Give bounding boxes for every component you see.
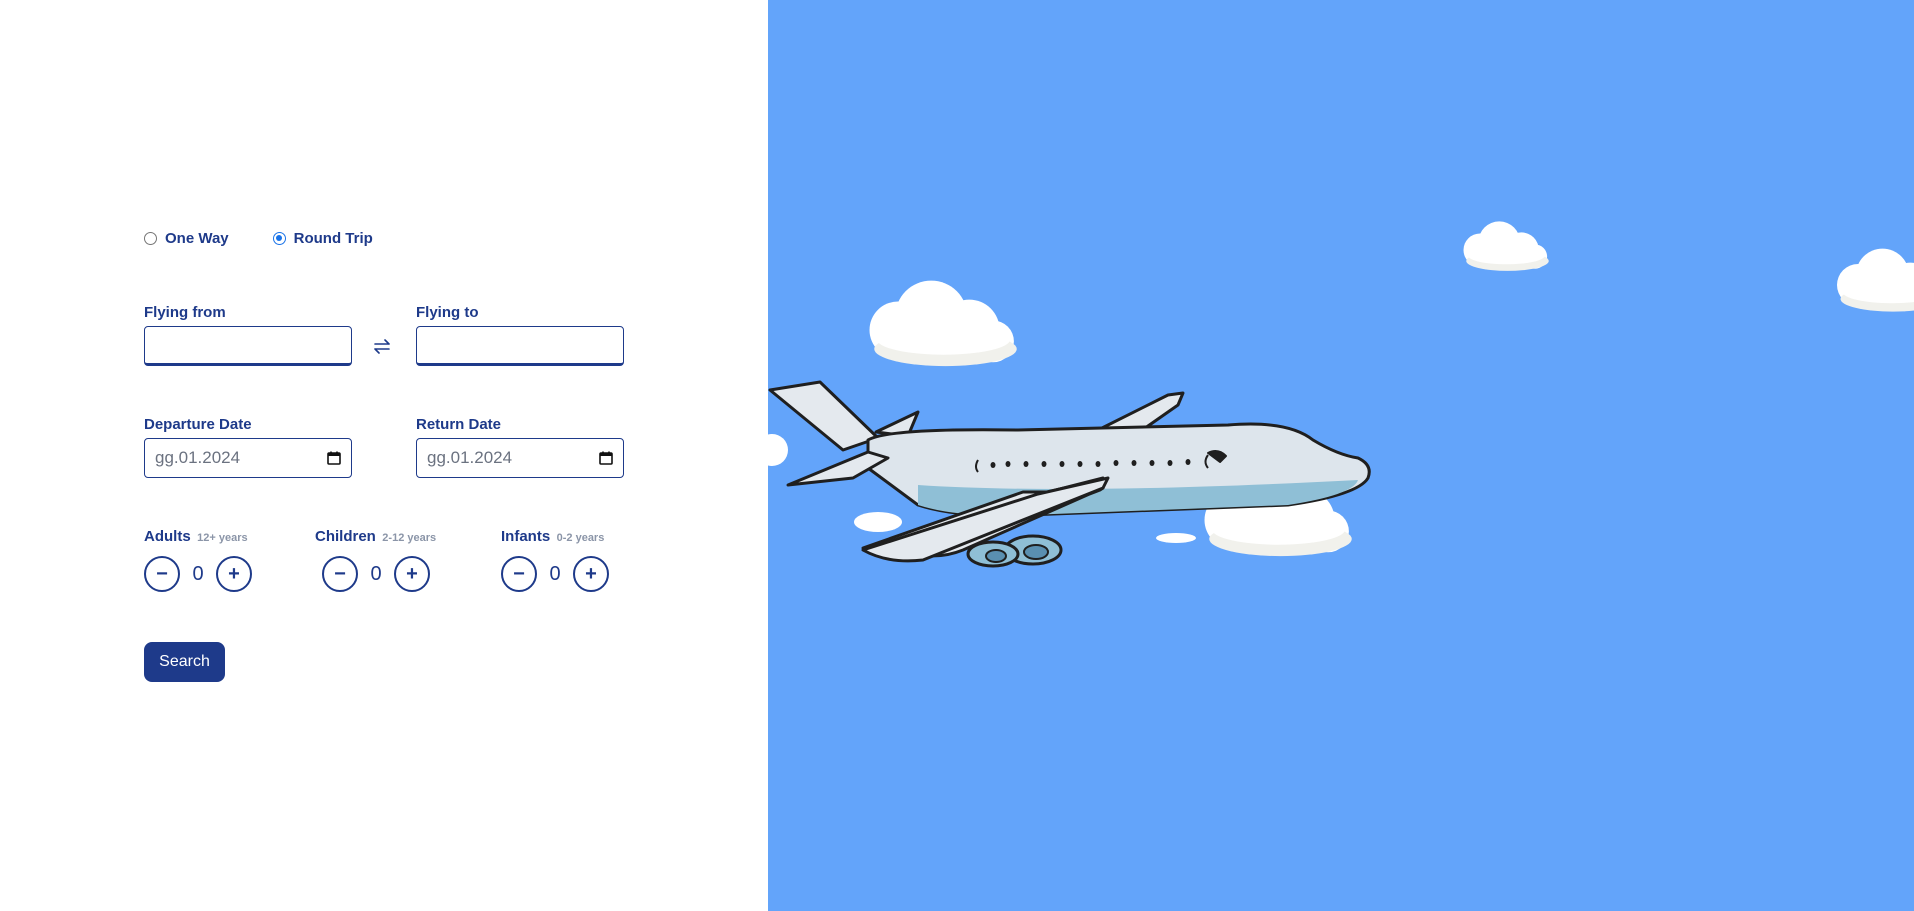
children-counter: Children 2-12 years − 0 +: [315, 528, 436, 592]
return-date-value: gg.01.2024: [427, 448, 513, 467]
children-increment-button[interactable]: +: [394, 556, 430, 592]
swap-arrows-icon[interactable]: [370, 334, 394, 358]
adults-decrement-button[interactable]: −: [144, 556, 180, 592]
page: One Way Round Trip Flying from Flying to…: [0, 0, 1914, 911]
adults-stepper: − 0 +: [144, 556, 252, 592]
calendar-icon[interactable]: [598, 450, 614, 466]
return-date-input[interactable]: gg.01.2024: [416, 438, 624, 478]
adults-counter: Adults 12+ years − 0 +: [144, 528, 252, 592]
flying-to-group: Flying to: [416, 304, 624, 366]
search-panel: One Way Round Trip Flying from Flying to…: [0, 0, 768, 911]
infants-stepper: − 0 +: [501, 556, 609, 592]
one-way-radio[interactable]: [144, 232, 157, 245]
departure-date-input[interactable]: gg.01.2024: [144, 438, 352, 478]
children-age-range: 2-12 years: [382, 532, 437, 544]
return-date-label: Return Date: [416, 416, 502, 433]
infants-counter: Infants 0-2 years − 0 +: [501, 528, 609, 592]
radio-round-trip[interactable]: Round Trip: [272, 230, 373, 247]
children-decrement-button[interactable]: −: [322, 556, 358, 592]
return-date-group: Return Date gg.01.2024: [416, 416, 624, 478]
sky-panel: [768, 0, 1914, 911]
infants-age-range: 0-2 years: [556, 532, 605, 544]
search-button[interactable]: Search: [144, 642, 225, 682]
children-label: Children: [315, 528, 376, 545]
round-trip-label[interactable]: Round Trip: [294, 230, 373, 247]
flying-from-input[interactable]: [144, 326, 352, 366]
adults-increment-button[interactable]: +: [216, 556, 252, 592]
calendar-icon[interactable]: [326, 450, 342, 466]
trip-type-group: One Way Round Trip: [144, 230, 417, 247]
children-stepper: − 0 +: [322, 556, 436, 592]
adults-age-range: 12+ years: [197, 532, 248, 544]
adults-label: Adults: [144, 528, 191, 545]
flying-to-input[interactable]: [416, 326, 624, 366]
flying-from-group: Flying from: [144, 304, 352, 366]
infants-label: Infants: [501, 528, 551, 545]
one-way-label[interactable]: One Way: [165, 230, 229, 247]
airplane-illustration: [768, 221, 1914, 568]
adults-count: 0: [192, 562, 204, 585]
infants-count: 0: [549, 562, 561, 585]
flying-from-label: Flying from: [144, 304, 226, 321]
radio-one-way[interactable]: One Way: [144, 230, 229, 247]
infants-increment-button[interactable]: +: [573, 556, 609, 592]
flying-to-label: Flying to: [416, 304, 479, 321]
departure-date-label: Departure Date: [144, 416, 252, 433]
children-count: 0: [370, 562, 382, 585]
round-trip-radio[interactable]: [272, 232, 286, 245]
infants-decrement-button[interactable]: −: [501, 556, 537, 592]
departure-date-group: Departure Date gg.01.2024: [144, 416, 352, 478]
departure-date-value: gg.01.2024: [155, 448, 241, 467]
